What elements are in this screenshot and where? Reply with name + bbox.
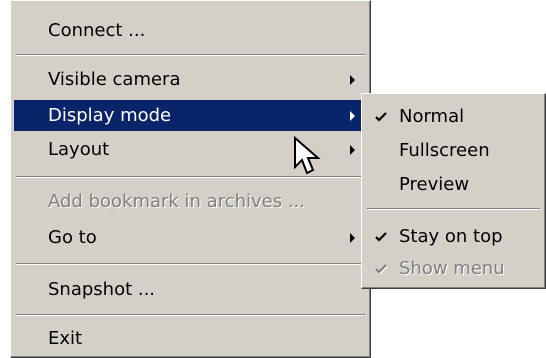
menu-item-label: Snapshot ... (48, 279, 156, 300)
submenu-arrow-icon (350, 233, 355, 243)
menu-item-label: Layout (48, 139, 110, 160)
menu-item-visible-camera[interactable]: Visible camera (14, 64, 367, 95)
menu-item-label: Exit (48, 328, 83, 349)
menu-separator (16, 314, 365, 316)
menu-item-exit[interactable]: Exit (14, 323, 367, 354)
display-mode-submenu: Normal Fullscreen Preview Stay on top Sh… (361, 93, 546, 289)
menu-item-label: Show menu (399, 258, 505, 279)
menu-item-label: Fullscreen (399, 140, 490, 161)
submenu-item-stay-on-top[interactable]: Stay on top (365, 220, 542, 253)
check-icon (373, 220, 393, 253)
menu-item-label: Normal (399, 106, 465, 127)
menu-item-add-bookmark: Add bookmark in archives ... (14, 186, 367, 217)
menu-item-label: Go to (48, 227, 97, 248)
submenu-item-preview[interactable]: Preview (365, 168, 542, 201)
menu-item-label: Stay on top (399, 226, 503, 247)
check-icon (373, 252, 393, 285)
context-menu: Connect ... Visible camera Display mode … (10, 0, 371, 358)
check-icon (373, 100, 393, 133)
menu-item-label: Display mode (48, 105, 172, 126)
menu-separator (16, 54, 365, 56)
menu-item-display-mode[interactable]: Display mode (14, 100, 367, 131)
menu-item-connect[interactable]: Connect ... (14, 15, 367, 46)
menu-item-label: Visible camera (48, 69, 181, 90)
menu-item-go-to[interactable]: Go to (14, 222, 367, 253)
mouse-pointer-icon (294, 136, 321, 175)
menu-separator (16, 263, 365, 265)
submenu-item-show-menu: Show menu (365, 252, 542, 285)
menu-item-label: Connect ... (48, 20, 146, 41)
menu-item-label: Preview (399, 174, 470, 195)
menu-separator (367, 208, 540, 210)
submenu-arrow-icon (350, 75, 355, 85)
submenu-arrow-icon (350, 111, 355, 121)
menu-item-snapshot[interactable]: Snapshot ... (14, 274, 367, 305)
submenu-item-fullscreen[interactable]: Fullscreen (365, 134, 542, 167)
submenu-item-normal[interactable]: Normal (365, 100, 542, 133)
menu-item-label: Add bookmark in archives ... (48, 191, 306, 212)
submenu-arrow-icon (350, 145, 355, 155)
